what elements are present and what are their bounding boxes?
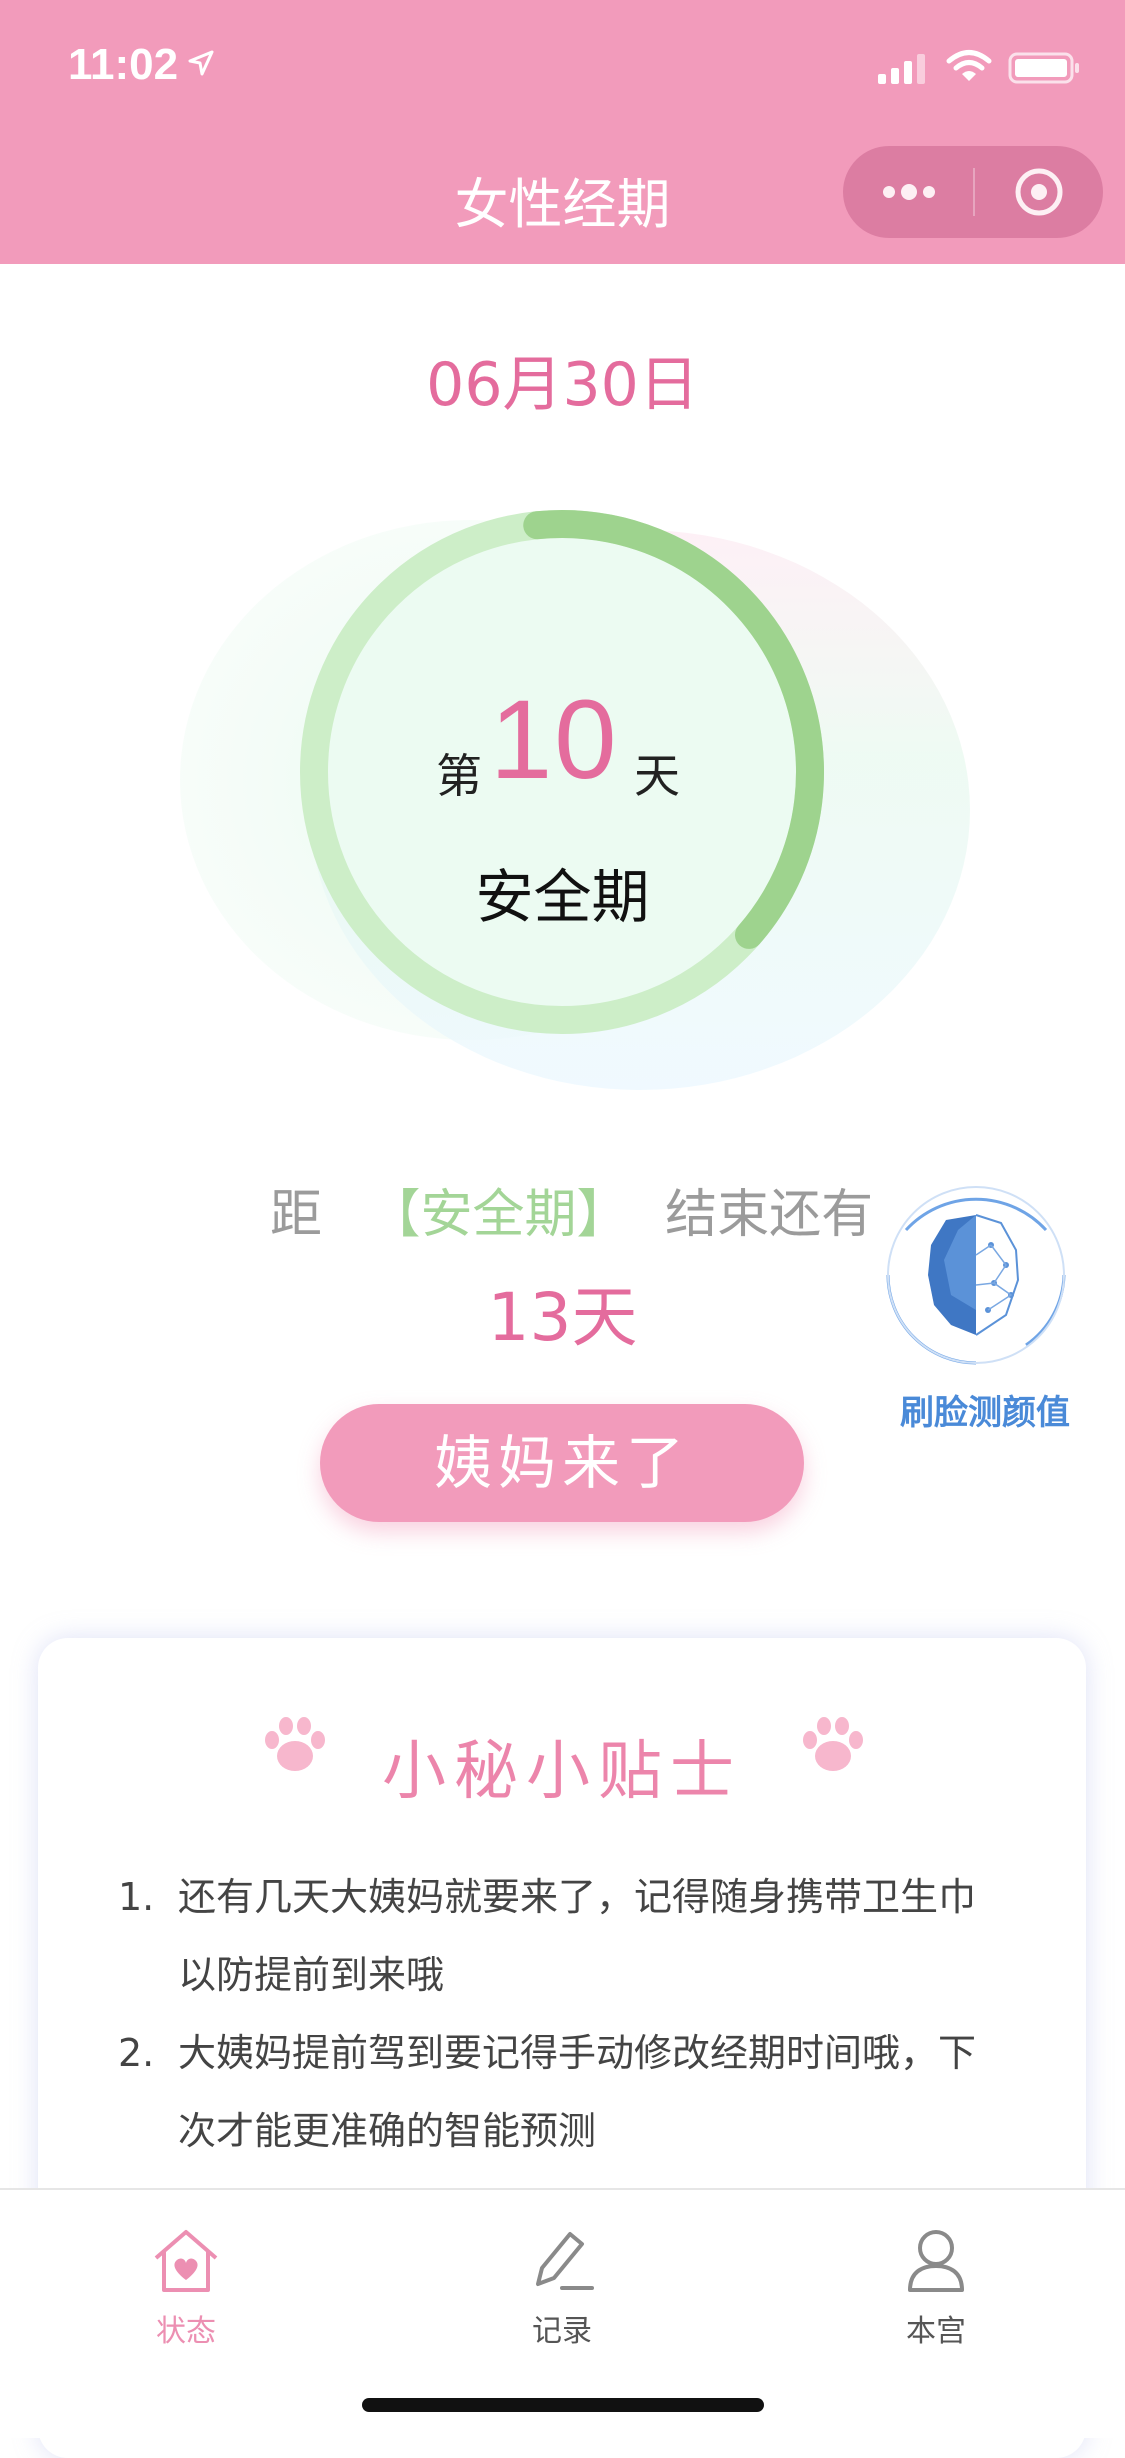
mini-program-capsule: [843, 146, 1103, 238]
tab-profile[interactable]: 本宫: [836, 2220, 1036, 2350]
status-time: 11:02: [68, 40, 179, 89]
more-icon[interactable]: [879, 172, 939, 212]
tab-label: 记录: [532, 2314, 592, 2349]
cycle-day-number: 10: [490, 677, 619, 802]
home-heart-icon: [154, 2230, 218, 2292]
countdown-phase-tag: 【安全期】: [368, 1185, 629, 1245]
phase-label: 安全期: [475, 863, 650, 931]
tab-label: 本宫: [906, 2314, 966, 2349]
day-suffix: 天: [634, 749, 680, 803]
location-arrow-icon: [188, 50, 214, 76]
tab-record[interactable]: 记录: [462, 2220, 662, 2350]
countdown-text: 距 【安全期】 结束还有: [270, 1172, 873, 1247]
tips-title: 小秘小贴士: [382, 1735, 742, 1809]
face-scan-label[interactable]: 刷脸测颜值: [880, 1385, 1090, 1434]
tip-number: 2.: [118, 2031, 155, 2075]
home-indicator: [362, 2398, 764, 2412]
tip-number: 1.: [118, 1875, 155, 1919]
countdown-prefix: 距: [270, 1185, 323, 1245]
countdown-suffix: 结束还有: [665, 1185, 874, 1245]
day-prefix: 第: [436, 749, 482, 803]
pen-icon: [536, 2232, 594, 2290]
header: 11:02 女性经期: [0, 0, 1125, 264]
battery-icon: [1008, 52, 1079, 84]
date-label: 06月30日: [426, 350, 699, 420]
wifi-icon: [946, 50, 992, 81]
period-started-button[interactable]: 姨妈来了: [320, 1404, 804, 1522]
user-icon: [908, 2230, 964, 2292]
tab-status[interactable]: 状态: [86, 2220, 286, 2350]
paw-icon: [803, 1717, 863, 1771]
close-target-icon[interactable]: [1013, 166, 1065, 218]
face-scan-icon[interactable]: [876, 1175, 1076, 1375]
tab-label: 状态: [156, 2314, 216, 2349]
capsule-divider: [973, 168, 975, 216]
tip-text: 还有几天大姨妈就要来了，记得随身携带卫生巾以防提前到来哦: [178, 1875, 977, 1997]
tip-text: 大姨妈提前驾到要记得手动修改经期时间哦，下次才能更准确的智能预测: [178, 2031, 977, 2153]
signal-icon: [878, 54, 925, 84]
